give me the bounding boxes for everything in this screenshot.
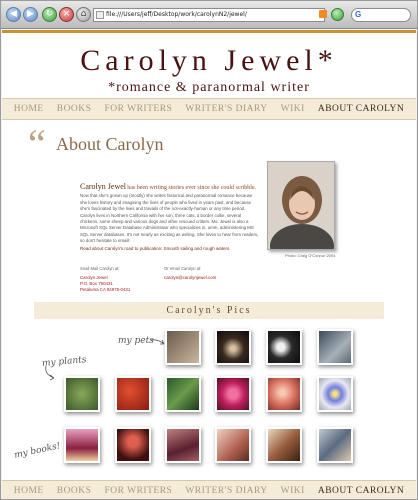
intro-body: Now that she's grown up (mostly) she wri… <box>80 193 259 244</box>
footer-nav-home[interactable]: HOME <box>14 486 44 496</box>
mail-address: Carolyn Jewel P.O. Box 750431 Petaluma C… <box>80 275 130 293</box>
footer-nav-about-carolyn[interactable]: ABOUT CAROLYN <box>318 486 404 496</box>
pic-pet-2[interactable] <box>215 329 251 365</box>
stop-icon[interactable]: × <box>59 7 74 22</box>
forward-arrow-icon[interactable]: ▶ <box>23 7 38 22</box>
main-nav: HOME BOOKS FOR WRITERS WRITER'S DIARY WI… <box>2 98 416 120</box>
search-engine-icon: G <box>355 10 362 19</box>
email-link[interactable]: carolyn@carolynjewel.com <box>164 275 216 281</box>
author-photo <box>267 161 335 250</box>
footer-nav-for-writers[interactable]: FOR WRITERS <box>104 486 172 496</box>
nav-books[interactable]: BOOKS <box>57 104 92 114</box>
pic-book-5[interactable] <box>266 427 302 463</box>
site-tagline: *romance & paranormal writer <box>108 80 310 95</box>
photo-credit: Photo: Craig O'Connor 2004 <box>285 253 336 258</box>
pic-plant-4[interactable] <box>215 376 251 412</box>
pic-pet-1[interactable] <box>165 329 201 365</box>
back-arrow-icon[interactable]: ◀ <box>6 7 21 22</box>
nav-about-carolyn[interactable]: ABOUT CAROLYN <box>318 104 404 114</box>
nav-for-writers[interactable]: FOR WRITERS <box>104 104 172 114</box>
pic-plant-5[interactable] <box>266 376 302 412</box>
intro-lead: Carolyn Jewel <box>80 182 126 191</box>
home-icon[interactable]: ⌂ <box>76 7 91 22</box>
pic-book-6[interactable] <box>317 427 353 463</box>
pic-plant-2[interactable] <box>115 376 151 412</box>
reload-icon[interactable]: ↻ <box>42 7 57 22</box>
browser-window: ◀ ▶ ↻ × ⌂ file:///Users/jeff/Desktop/wor… <box>0 0 418 500</box>
read-more-link[interactable]: Read about Carolyn's road to publication… <box>80 246 270 251</box>
pic-book-3[interactable] <box>165 427 201 463</box>
page-icon <box>96 11 104 19</box>
footer-nav-wiki[interactable]: WIKI <box>281 486 305 496</box>
quote-mark: “ <box>28 121 46 166</box>
footer-nav-books[interactable]: BOOKS <box>57 486 92 496</box>
pic-book-2[interactable] <box>115 427 151 463</box>
top-accent-line <box>2 30 416 33</box>
nav-writers-diary[interactable]: WRITER'S DIARY <box>185 104 267 114</box>
footer-nav-writers-diary[interactable]: WRITER'S DIARY <box>185 486 267 496</box>
intro-lead-rest: has been writing stories ever since she … <box>127 185 257 191</box>
label-books: my books! <box>13 441 62 461</box>
site-title: Carolyn Jewel* <box>80 44 338 77</box>
page-title: About Carolyn <box>56 134 164 154</box>
page-viewport: Carolyn Jewel* *romance & paranormal wri… <box>2 30 416 499</box>
address-url: file:///Users/jeff/Desktop/work/carolynN… <box>106 11 247 18</box>
pics-heading: Carolyn's Pics <box>34 302 384 319</box>
mail-city: Petaluma CA 94975-0431 <box>80 287 131 292</box>
pic-plant-3[interactable] <box>165 376 201 412</box>
pic-book-4[interactable] <box>215 427 251 463</box>
pets-arrow-icon <box>150 339 165 345</box>
search-input[interactable]: G <box>351 8 411 22</box>
browser-toolbar: ◀ ▶ ↻ × ⌂ file:///Users/jeff/Desktop/wor… <box>1 1 417 29</box>
label-pets: my pets <box>118 336 154 346</box>
plants-arrow-icon <box>45 365 55 381</box>
pic-plant-6[interactable] <box>317 376 353 412</box>
address-bar[interactable]: file:///Users/jeff/Desktop/work/carolynN… <box>93 8 325 22</box>
pic-book-1[interactable] <box>64 427 100 463</box>
nav-wiki[interactable]: WIKI <box>281 104 305 114</box>
nav-home[interactable]: HOME <box>14 104 44 114</box>
email-label: Or email Carolyn at: <box>164 266 202 271</box>
pic-pet-3[interactable] <box>266 329 302 365</box>
rss-icon[interactable] <box>319 10 327 18</box>
footer-nav: HOME BOOKS FOR WRITERS WRITER'S DIARY WI… <box>2 480 416 499</box>
pic-pet-4[interactable] <box>317 329 353 365</box>
pic-plant-1[interactable] <box>64 376 100 412</box>
go-button[interactable] <box>331 8 344 21</box>
mail-label: Snail Mail Carolyn at: <box>80 266 120 271</box>
intro-text: Carolyn Jewel has been writing stories e… <box>80 182 260 245</box>
